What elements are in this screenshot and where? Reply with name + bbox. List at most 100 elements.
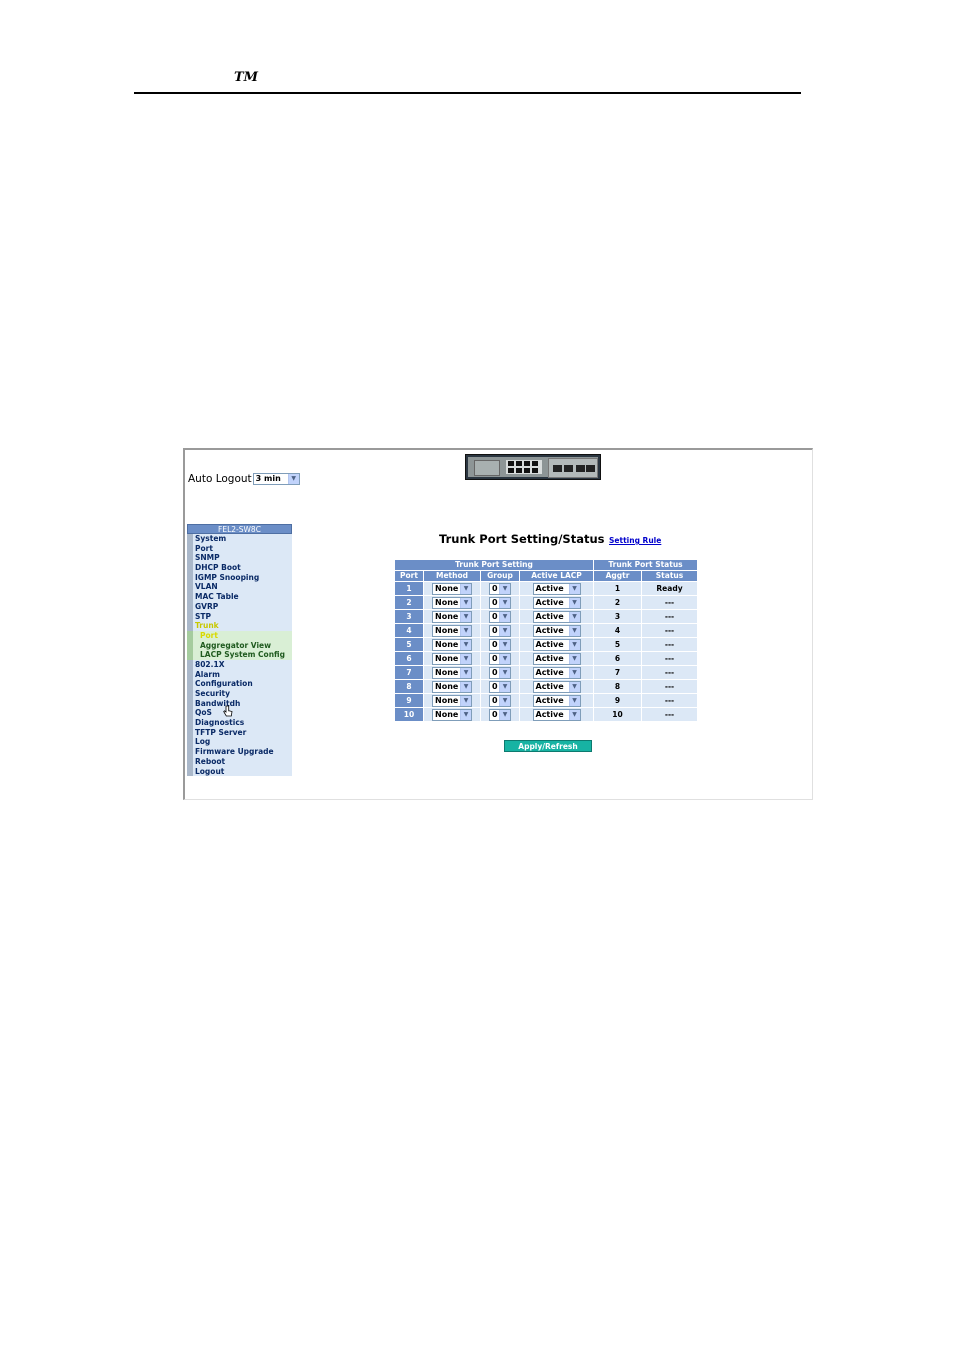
web-ui-screenshot: Auto Logout 3 min ▼ FEL2-SW8C System Port SN…: [183, 448, 813, 800]
active-lacp-select[interactable]: Active ▼: [532, 666, 581, 679]
sidebar-item-gvrp[interactable]: GVRP: [187, 601, 292, 612]
group-cell: 0 ▼: [481, 708, 519, 721]
sidebar-item-system[interactable]: System: [187, 534, 292, 544]
method-select[interactable]: None ▼: [432, 652, 472, 665]
sidebar-item-tftp-server[interactable]: TFTP Server: [187, 727, 292, 738]
active-lacp-select[interactable]: Active ▼: [532, 610, 581, 623]
sidebar-item-snmp[interactable]: SNMP: [187, 553, 292, 564]
chevron-down-icon: ▼: [568, 639, 580, 650]
apply-refresh-button[interactable]: Apply/Refresh: [504, 740, 592, 752]
sidebar-item-vlan[interactable]: VLAN: [187, 582, 292, 593]
sidebar-item-bandwitdh[interactable]: Bandwitdh: [187, 698, 292, 709]
sidebar-device-name: FEL2-SW8C: [187, 524, 292, 534]
sidebar-item-diagnostics[interactable]: Diagnostics: [187, 718, 292, 728]
group-select[interactable]: 0 ▼: [489, 638, 511, 651]
method-select[interactable]: None ▼: [432, 638, 472, 651]
sidebar-item-trunk[interactable]: Trunk: [187, 621, 292, 631]
active-lacp-cell: Active ▼: [520, 666, 593, 679]
active-lacp-select[interactable]: Active ▼: [532, 582, 581, 595]
active-lacp-select[interactable]: Active ▼: [532, 680, 581, 693]
active-lacp-select[interactable]: Active ▼: [532, 624, 581, 637]
sidebar-item-port[interactable]: Port: [187, 543, 292, 554]
method-cell: None ▼: [424, 666, 480, 679]
status-cell: ---: [642, 624, 697, 637]
status-cell: ---: [642, 680, 697, 693]
method-select[interactable]: None ▼: [432, 666, 472, 679]
active-lacp-select[interactable]: Active ▼: [532, 596, 581, 609]
method-select[interactable]: None ▼: [432, 610, 472, 623]
col-active-lacp: Active LACP: [520, 571, 593, 581]
sidebar-item-security[interactable]: Security: [187, 689, 292, 699]
table-row: 2 None ▼ 0 ▼ Active ▼ 2 ---: [395, 596, 697, 609]
sidebar-subitem-lacp-system-config[interactable]: LACP System Config: [187, 650, 292, 660]
group-select[interactable]: 0 ▼: [489, 652, 511, 665]
group-select[interactable]: 0 ▼: [489, 582, 511, 595]
port-number-cell: 9: [395, 694, 423, 707]
sidebar-item-reboot[interactable]: Reboot: [187, 756, 292, 767]
group-cell: 0 ▼: [481, 624, 519, 637]
status-cell: ---: [642, 666, 697, 679]
sidebar-item-mac-table[interactable]: MAC Table: [187, 592, 292, 602]
group-select[interactable]: 0 ▼: [489, 694, 511, 707]
table-row: 5 None ▼ 0 ▼ Active ▼ 5 ---: [395, 638, 697, 651]
active-lacp-select[interactable]: Active ▼: [532, 652, 581, 665]
method-select[interactable]: None ▼: [432, 624, 472, 637]
chevron-down-icon: ▼: [568, 625, 580, 636]
group-select[interactable]: 0 ▼: [489, 680, 511, 693]
chevron-down-icon: ▼: [460, 625, 471, 636]
sidebar-item-stp[interactable]: STP: [187, 611, 292, 622]
sidebar-item-igmp-snooping[interactable]: IGMP Snooping: [187, 572, 292, 583]
active-lacp-select[interactable]: Active ▼: [532, 638, 581, 651]
sidebar-item-configuration[interactable]: Configuration: [187, 679, 292, 689]
sidebar-item-qos[interactable]: QoS: [187, 708, 292, 719]
sidebar-subitem-aggregator-view[interactable]: Aggregator View: [187, 640, 292, 651]
chevron-down-icon: ▼: [460, 681, 471, 692]
group-cell: 0 ▼: [481, 596, 519, 609]
group-select[interactable]: 0 ▼: [489, 666, 511, 679]
sidebar-subitem-port[interactable]: Port: [187, 630, 292, 641]
method-select[interactable]: None ▼: [432, 582, 472, 595]
method-cell: None ▼: [424, 582, 480, 595]
active-lacp-cell: Active ▼: [520, 652, 593, 665]
sidebar-item-802-1x[interactable]: 802.1X: [187, 659, 292, 670]
port-number-cell: 5: [395, 638, 423, 651]
group-select[interactable]: 0 ▼: [489, 610, 511, 623]
aggtr-cell: 3: [594, 610, 641, 623]
active-lacp-select[interactable]: Active ▼: [532, 694, 581, 707]
active-lacp-cell: Active ▼: [520, 680, 593, 693]
chevron-down-icon: ▼: [499, 695, 510, 706]
aggtr-cell: 6: [594, 652, 641, 665]
method-cell: None ▼: [424, 624, 480, 637]
method-cell: None ▼: [424, 596, 480, 609]
active-lacp-cell: Active ▼: [520, 596, 593, 609]
active-lacp-cell: Active ▼: [520, 610, 593, 623]
aggtr-cell: 4: [594, 624, 641, 637]
setting-rule-link[interactable]: Setting Rule: [609, 536, 661, 545]
method-select[interactable]: None ▼: [432, 694, 472, 707]
method-select[interactable]: None ▼: [432, 680, 472, 693]
sidebar-item-log[interactable]: Log: [187, 737, 292, 748]
active-lacp-cell: Active ▼: [520, 708, 593, 721]
method-select[interactable]: None ▼: [432, 596, 472, 609]
group-select[interactable]: 0 ▼: [489, 708, 511, 721]
chevron-down-icon: ▼: [568, 695, 580, 706]
table-row: 9 None ▼ 0 ▼ Active ▼ 9 ---: [395, 694, 697, 707]
table-row: 7 None ▼ 0 ▼ Active ▼ 7 ---: [395, 666, 697, 679]
active-lacp-select[interactable]: Active ▼: [532, 708, 581, 721]
auto-logout-label: Auto Logout: [188, 473, 252, 485]
chevron-down-icon: ▼: [460, 653, 471, 664]
group-cell: 0 ▼: [481, 610, 519, 623]
group-select[interactable]: 0 ▼: [489, 624, 511, 637]
active-lacp-cell: Active ▼: [520, 582, 593, 595]
method-cell: None ▼: [424, 610, 480, 623]
chevron-down-icon: ▼: [499, 597, 510, 608]
sidebar-item-firmware-upgrade[interactable]: Firmware Upgrade: [187, 747, 292, 757]
chevron-down-icon: ▼: [568, 583, 580, 594]
sidebar-item-alarm[interactable]: Alarm: [187, 669, 292, 680]
auto-logout-select[interactable]: 3 min ▼: [252, 473, 300, 485]
switch-front-panel-icon: [465, 454, 601, 480]
method-select[interactable]: None ▼: [432, 708, 472, 721]
group-select[interactable]: 0 ▼: [489, 596, 511, 609]
sidebar-item-logout[interactable]: Logout: [187, 766, 292, 777]
sidebar-item-dhcp-boot[interactable]: DHCP Boot: [187, 563, 292, 573]
